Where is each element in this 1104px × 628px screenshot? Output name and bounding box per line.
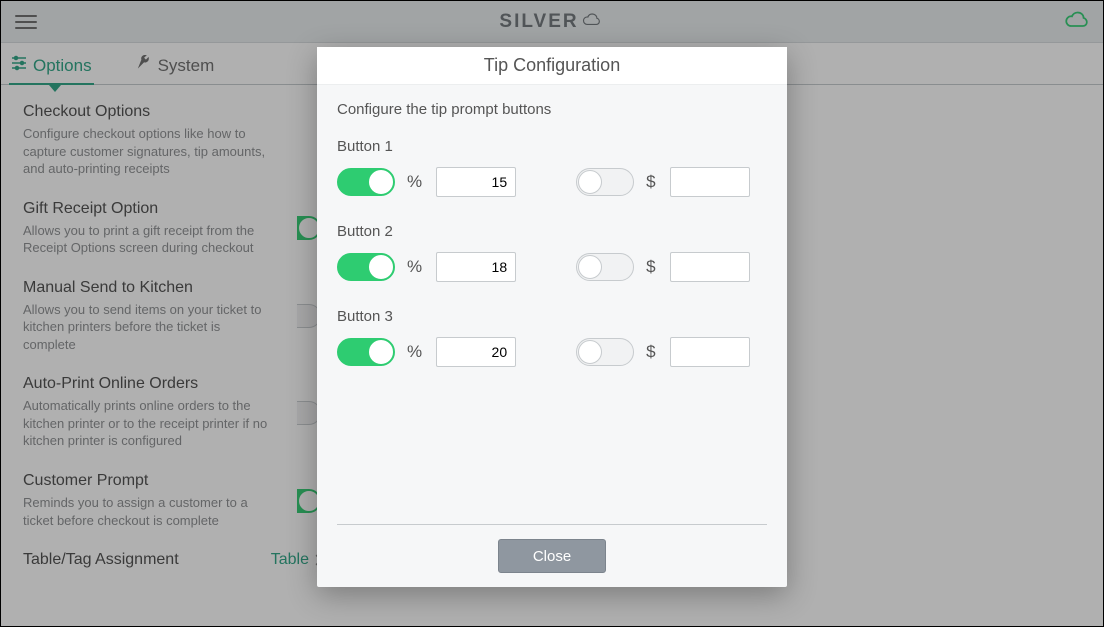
modal-body: Configure the tip prompt buttons Button … [317, 85, 787, 524]
tip-button-1-label: Button 1 [337, 138, 767, 155]
tip-button-2-percent-input[interactable] [436, 252, 516, 282]
modal-title: Tip Configuration [317, 47, 787, 85]
dollar-unit: $ [646, 342, 655, 362]
percent-unit: % [407, 342, 422, 362]
dollar-unit: $ [646, 172, 655, 192]
tip-button-2-percent-toggle[interactable] [337, 253, 395, 281]
tip-button-2-dollar-toggle[interactable] [576, 253, 634, 281]
tip-button-1-percent-toggle[interactable] [337, 168, 395, 196]
dollar-unit: $ [646, 257, 655, 277]
modal-description: Configure the tip prompt buttons [337, 101, 767, 118]
tip-button-1-percent-input[interactable] [436, 167, 516, 197]
tip-config-modal: Tip Configuration Configure the tip prom… [317, 47, 787, 587]
tip-button-3-label: Button 3 [337, 308, 767, 325]
tip-button-3-percent-input[interactable] [436, 337, 516, 367]
tip-button-2-label: Button 2 [337, 223, 767, 240]
tip-button-1-group: Button 1 % $ [337, 138, 767, 197]
app-root: SILVER Options System Checkout Opti [1, 1, 1103, 626]
tip-button-3-dollar-toggle[interactable] [576, 338, 634, 366]
tip-button-3-group: Button 3 % $ [337, 308, 767, 367]
tip-button-1-dollar-toggle[interactable] [576, 168, 634, 196]
tip-button-2-group: Button 2 % $ [337, 223, 767, 282]
tip-button-3-percent-toggle[interactable] [337, 338, 395, 366]
tip-button-3-dollar-input[interactable] [670, 337, 750, 367]
tip-button-1-dollar-input[interactable] [670, 167, 750, 197]
percent-unit: % [407, 257, 422, 277]
close-button[interactable]: Close [498, 539, 606, 573]
tip-button-2-dollar-input[interactable] [670, 252, 750, 282]
percent-unit: % [407, 172, 422, 192]
modal-footer: Close [317, 525, 787, 587]
